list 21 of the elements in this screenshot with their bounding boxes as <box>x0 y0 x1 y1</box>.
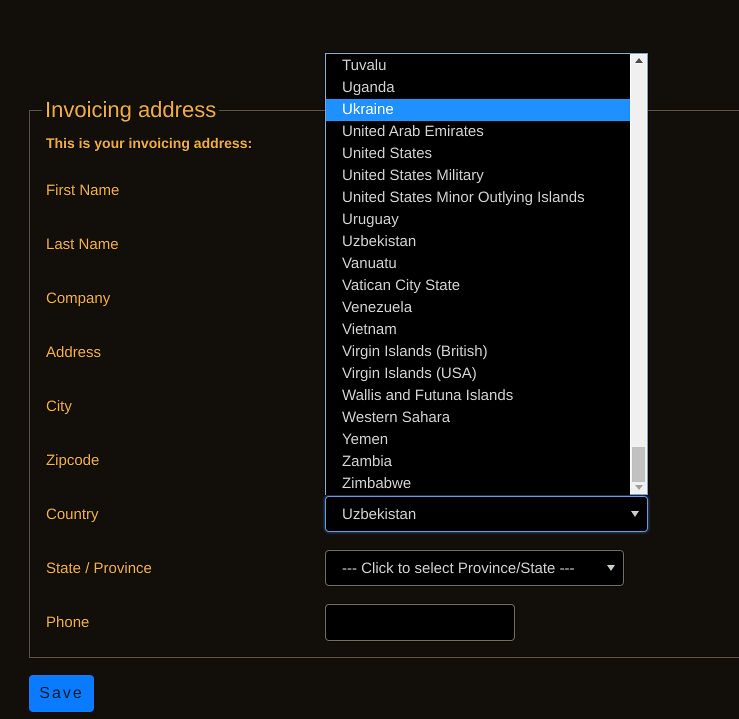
field-label: State / Province <box>46 560 153 576</box>
field-label: Last Name <box>46 236 120 252</box>
scroll-down-icon[interactable] <box>634 485 642 490</box>
scrollbar-thumb[interactable] <box>632 447 645 482</box>
field-label: First Name <box>46 182 120 198</box>
field-label: Address <box>46 344 102 360</box>
caret-icon <box>607 565 615 571</box>
section-subtitle: This is your invoicing address: <box>46 135 252 153</box>
section-title: Invoicing address <box>44 97 218 123</box>
input-field[interactable] <box>325 604 515 640</box>
scrollbar[interactable] <box>630 54 647 494</box>
select-field[interactable]: --- Click to select Province/State --- <box>325 550 624 586</box>
caret-icon <box>631 511 639 517</box>
scroll-up-icon[interactable] <box>634 58 642 63</box>
field-label: City <box>46 398 73 414</box>
select-field[interactable]: Uzbekistan <box>325 496 648 532</box>
field-label: Zipcode <box>46 452 100 468</box>
field-label: Country <box>46 506 100 522</box>
save-button[interactable]: Save <box>29 675 94 712</box>
field-label: Phone <box>46 614 90 630</box>
field-label: Company <box>46 290 112 306</box>
